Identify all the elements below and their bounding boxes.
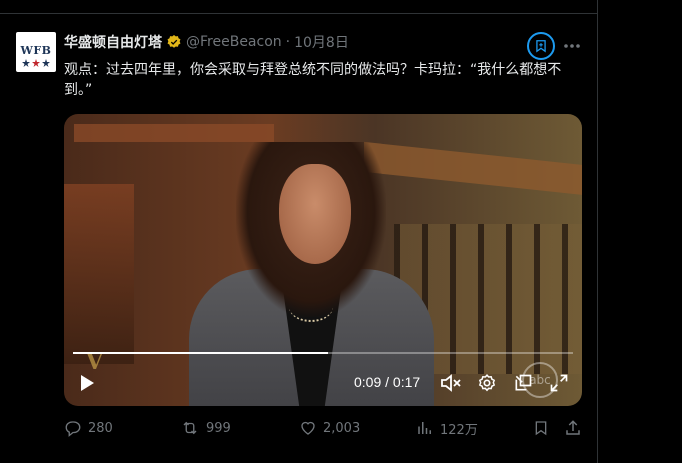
video-player[interactable]: V abc 0:09 / 0:17	[64, 114, 582, 406]
author-handle[interactable]: @FreeBeacon	[186, 34, 282, 50]
settings-button[interactable]	[476, 372, 498, 394]
video-progress-bar[interactable]	[73, 352, 573, 354]
avatar-logo-text: WFB	[20, 44, 52, 57]
action-bar: 280 999 2,003 122万	[64, 418, 584, 438]
more-button[interactable]	[562, 36, 582, 56]
popout-icon	[515, 374, 532, 391]
tweet-page: WFB 华盛顿自由灯塔 @FreeBeacon · 10月8日 观点：过去四年里…	[0, 0, 682, 463]
tweet-text: 观点：过去四年里，你会采取与拜登总统不同的做法吗？卡玛拉：“我什么都想不到。”	[64, 62, 562, 98]
tweet-header: 华盛顿自由灯塔 @FreeBeacon · 10月8日	[64, 32, 349, 52]
repost-count: 999	[206, 420, 231, 436]
play-button[interactable]	[76, 372, 98, 394]
reply-button[interactable]: 280	[64, 418, 113, 438]
more-icon	[564, 44, 580, 48]
fullscreen-button[interactable]	[548, 372, 570, 394]
share-button[interactable]	[564, 418, 582, 438]
fullscreen-icon	[550, 374, 568, 392]
video-controls: 0:09 / 0:17	[64, 368, 582, 398]
reply-icon	[65, 421, 81, 437]
like-icon	[301, 421, 315, 435]
settings-icon	[478, 373, 496, 392]
separator-dot: ·	[285, 34, 291, 50]
repost-button[interactable]: 999	[180, 418, 231, 438]
bookmark-button[interactable]	[527, 32, 555, 60]
avatar[interactable]: WFB	[16, 32, 56, 72]
bookmark-icon	[536, 40, 546, 53]
views-icon	[418, 422, 431, 434]
reply-count: 280	[88, 420, 113, 436]
repost-icon	[183, 421, 197, 435]
view-count: 122万	[440, 422, 478, 438]
bookmark-outline-icon	[535, 421, 547, 436]
video-progress-fill	[73, 352, 328, 354]
video-background-beam	[364, 141, 582, 197]
video-person-necklace	[289, 292, 333, 322]
column-divider	[597, 0, 598, 463]
mute-button[interactable]	[440, 372, 462, 394]
bookmark-action-button[interactable]	[533, 418, 549, 438]
share-icon	[566, 420, 580, 435]
like-count: 2,003	[323, 420, 361, 436]
top-divider	[0, 0, 598, 14]
video-time: 0:09 / 0:17	[354, 374, 421, 390]
avatar-stars-icon	[22, 59, 50, 67]
author-name[interactable]: 华盛顿自由灯塔	[64, 32, 162, 52]
video-person-face	[279, 164, 351, 264]
popout-button[interactable]	[512, 372, 534, 394]
like-button[interactable]: 2,003	[299, 418, 360, 438]
play-icon	[81, 375, 94, 391]
verified-badge-icon[interactable]	[166, 34, 182, 50]
tweet-date[interactable]: 10月8日	[294, 32, 349, 52]
views-button[interactable]: 122万	[416, 418, 478, 438]
mute-icon	[441, 374, 461, 392]
